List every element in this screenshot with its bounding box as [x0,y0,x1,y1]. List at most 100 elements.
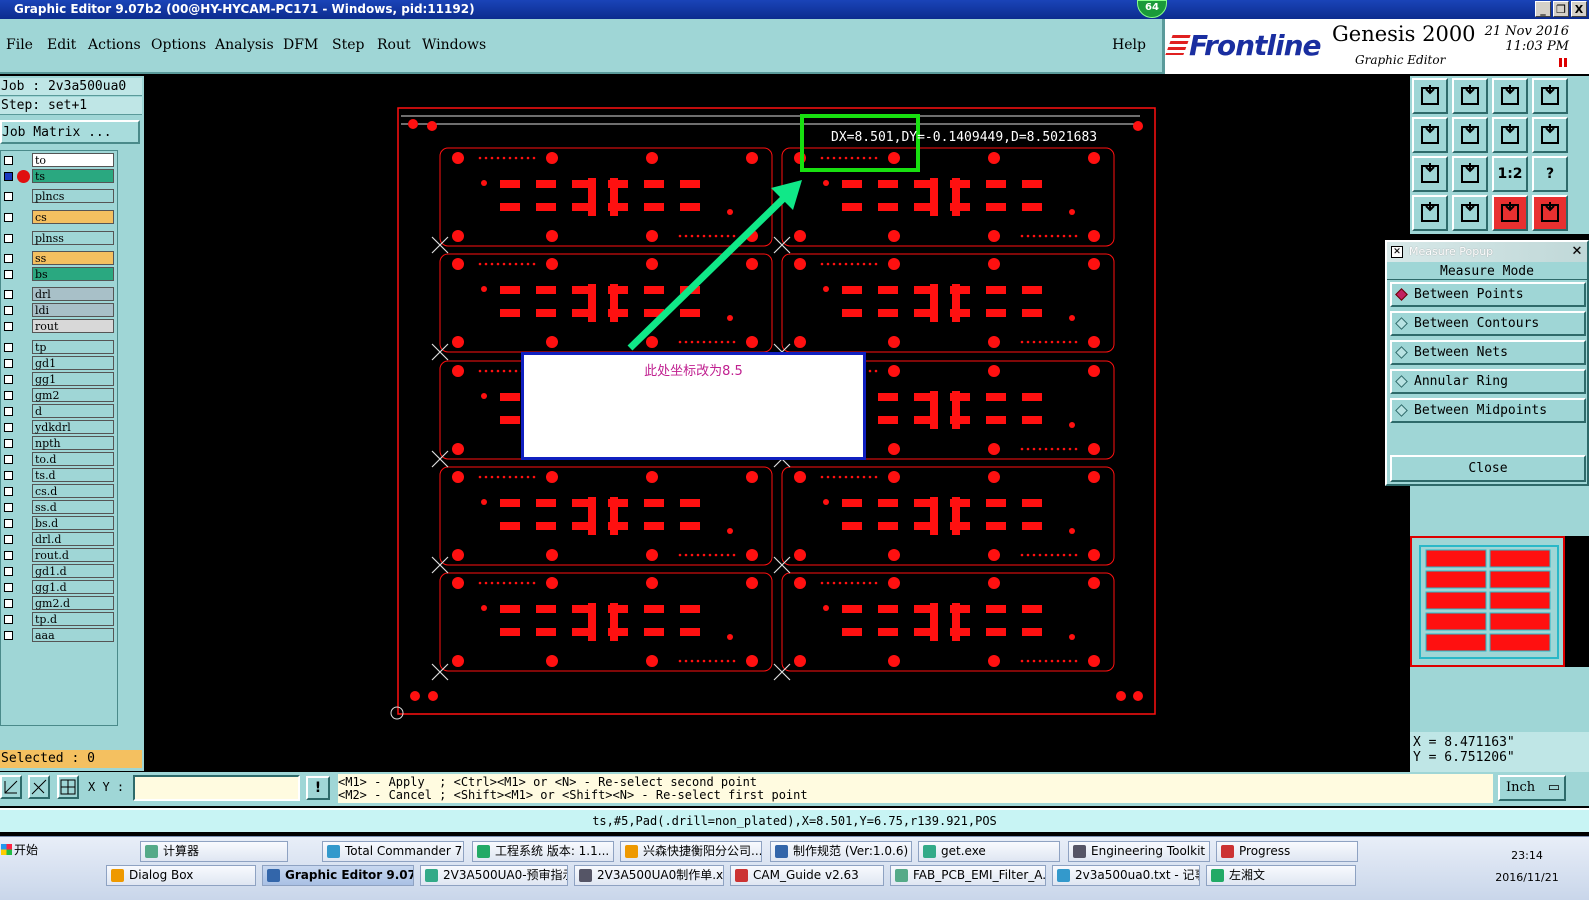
layer-checkbox[interactable] [4,172,13,181]
window-title-bar[interactable]: Graphic Editor 9.07b2 (00@HY-HYCAM-PC171… [0,0,1589,19]
layer-row-tp[interactable]: tp [1,340,117,355]
popup-close-icon[interactable]: ✕ [1569,244,1585,260]
taskbar-item[interactable]: 计算器 [140,841,288,862]
measure-popup[interactable]: ✕ Measure Popup ✕ Measure Mode Between P… [1385,240,1589,486]
layer-row-drl-d[interactable]: drl.d [1,532,117,547]
layer-row-cs-d[interactable]: cs.d [1,484,117,499]
layer-row-drl[interactable]: drl [1,287,117,302]
layer-checkbox[interactable] [4,439,13,448]
layer-checkbox[interactable] [4,487,13,496]
layer-checkbox[interactable] [4,306,13,315]
zoom-icon[interactable] [1532,117,1568,153]
ratio-icon[interactable]: 1:2 [1492,156,1528,192]
taskbar-item[interactable]: Progress [1216,841,1358,862]
xy-input[interactable] [133,775,300,801]
layer-row-d[interactable]: d [1,404,117,419]
warning-icon[interactable]: ! [306,776,330,800]
taskbar-item[interactable]: FAB_PCB_EMI_Filter_A.... [890,865,1046,886]
layer-row-tp-d[interactable]: tp.d [1,612,117,627]
layer-checkbox[interactable] [4,391,13,400]
layer-row-rout-d[interactable]: rout.d [1,548,117,563]
grid-icon[interactable] [57,775,79,799]
layer-checkbox[interactable] [4,631,13,640]
graphic-canvas[interactable]: DX=8.501,DY=-0.1409449,D=8.5021683 此处坐标改… [145,76,1410,771]
layer-row-ydkdrl[interactable]: ydkdrl [1,420,117,435]
layer-checkbox[interactable] [4,583,13,592]
taskbar-item[interactable]: 2v3a500ua0.txt - 记事本 [1052,865,1200,886]
measure-option-annular-ring[interactable]: Annular Ring [1390,369,1586,394]
taskbar-item[interactable]: 兴森快捷衡阳分公司... [620,841,762,862]
layer-row-ss[interactable]: ss [1,251,117,266]
layer-row-gm2-d[interactable]: gm2.d [1,596,117,611]
layer-checkbox[interactable] [4,359,13,368]
taskbar-item[interactable]: 左湘文 [1206,865,1356,886]
measure-option-between-contours[interactable]: Between Contours [1390,311,1586,336]
taskbar-item[interactable]: Dialog Box [106,865,256,886]
close-window-button[interactable]: X [1571,1,1587,17]
layer-row-plncs[interactable]: plncs [1,189,117,204]
measure-option-between-nets[interactable]: Between Nets [1390,340,1586,365]
layer-checkbox[interactable] [4,322,13,331]
layer-row-ldi[interactable]: ldi [1,303,117,318]
net2-icon[interactable] [1532,195,1568,231]
pan-right-icon[interactable] [1452,117,1488,153]
job-matrix-button[interactable]: Job Matrix ... [0,120,140,144]
taskbar-item[interactable]: 工程系统 版本: 1.1... [472,841,614,862]
fit-icon[interactable] [1492,117,1528,153]
layer-row-ts[interactable]: ts [1,169,117,184]
menu-windows[interactable]: Windows [422,37,486,53]
home-icon[interactable] [1492,78,1528,114]
layer-checkbox[interactable] [4,270,13,279]
taskbar-item[interactable]: CAM_Guide v2.63 [730,865,884,886]
layer-checkbox[interactable] [4,535,13,544]
measure-option-between-points[interactable]: Between Points [1390,282,1586,307]
menu-analysis[interactable]: Analysis [215,37,274,53]
taskbar-item[interactable]: 制作规范 (Ver:1.0.6) [770,841,912,862]
window-icon[interactable] [1532,78,1568,114]
layer-row-plnss[interactable]: plnss [1,231,117,246]
shrink-icon[interactable] [1452,156,1488,192]
layer-row-ts-d[interactable]: ts.d [1,468,117,483]
snap-icon[interactable] [0,775,22,799]
taskbar-item[interactable]: Graphic Editor 9.07b2... [262,865,414,886]
pan-left-icon[interactable] [1412,117,1448,153]
home-down-icon[interactable] [1452,78,1488,114]
key-icon[interactable] [1452,195,1488,231]
layer-row-gd1-d[interactable]: gd1.d [1,564,117,579]
layer-row-aaa[interactable]: aaa [1,628,117,643]
layer-row-gd1[interactable]: gd1 [1,356,117,371]
layer-row-npth[interactable]: npth [1,436,117,451]
layer-row-bs-d[interactable]: bs.d [1,516,117,531]
measure-option-between-midpoints[interactable]: Between Midpoints [1390,398,1586,423]
layer-checkbox[interactable] [4,423,13,432]
layer-row-bs[interactable]: bs [1,267,117,282]
layer-checkbox[interactable] [4,254,13,263]
overview-minimap[interactable] [1410,536,1565,667]
layer-row-rout[interactable]: rout [1,319,117,334]
layer-row-gm2[interactable]: gm2 [1,388,117,403]
layer-checkbox[interactable] [4,599,13,608]
menu-options[interactable]: Options [151,37,206,53]
layer-checkbox[interactable] [4,567,13,576]
layer-checkbox[interactable] [4,519,13,528]
layer-checkbox[interactable] [4,343,13,352]
taskbar-item[interactable]: 2V3A500UA0制作单.xls... [574,865,724,886]
menu-rout[interactable]: Rout [377,37,411,53]
layer-checkbox[interactable] [4,213,13,222]
layer-row-ss-d[interactable]: ss.d [1,500,117,515]
net-icon[interactable] [1492,195,1528,231]
help-icon[interactable]: ? [1532,156,1568,192]
layer-checkbox[interactable] [4,471,13,480]
menu-step[interactable]: Step [332,37,364,53]
layer-row-gg1[interactable]: gg1 [1,372,117,387]
taskbar-item[interactable]: Engineering Toolkit 9.0... [1068,841,1210,862]
layer-checkbox[interactable] [4,290,13,299]
layer-checkbox[interactable] [4,156,13,165]
layer-row-gg1-d[interactable]: gg1.d [1,580,117,595]
layer-checkbox[interactable] [4,503,13,512]
layer-checkbox[interactable] [4,407,13,416]
layer-row-cs[interactable]: cs [1,210,117,225]
system-clock[interactable]: 23:14 2016/11/21 [1492,845,1562,889]
layer-checkbox[interactable] [4,455,13,464]
layer-checkbox[interactable] [4,192,13,201]
